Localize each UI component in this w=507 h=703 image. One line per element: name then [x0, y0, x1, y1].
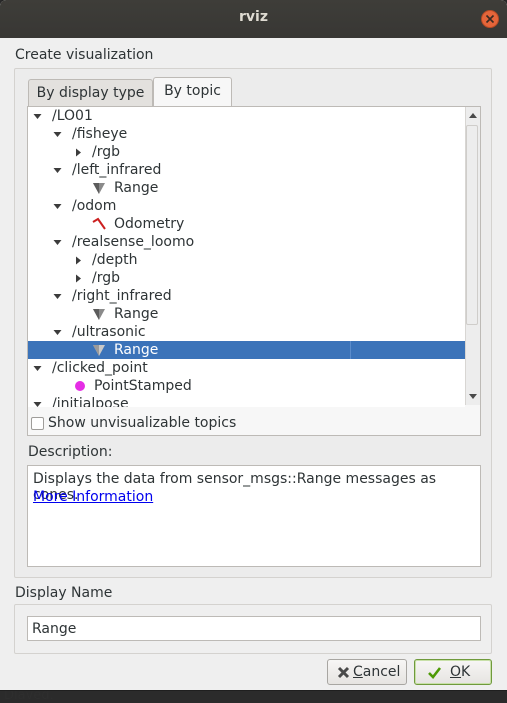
tree-row[interactable]: /odom — [28, 197, 465, 215]
range-cone-icon — [93, 183, 105, 194]
collapsed-arrow-icon[interactable] — [74, 148, 83, 157]
description-heading: Description: — [28, 444, 113, 460]
tree-row[interactable]: /left_infrared — [28, 161, 465, 179]
description-box: Displays the data from sensor_msgs::Rang… — [27, 465, 481, 567]
scrollbar-thumb[interactable] — [466, 125, 478, 325]
tree-row[interactable]: /fisheye — [28, 125, 465, 143]
expand-arrow-icon[interactable] — [53, 328, 62, 337]
scroll-up-arrow-icon[interactable] — [468, 111, 478, 121]
close-button[interactable] — [481, 10, 499, 28]
expand-arrow-icon[interactable] — [33, 364, 42, 373]
tree-row-label: /left_infrared — [72, 162, 162, 178]
point-dot-icon — [75, 381, 85, 391]
close-icon — [485, 14, 495, 24]
tree-row[interactable]: PointStamped — [28, 377, 465, 395]
ok-button[interactable]: OK — [414, 659, 492, 685]
tree-row[interactable]: /ultrasonic — [28, 323, 465, 341]
tree-row[interactable]: /rgb — [28, 143, 465, 161]
background-window-text: Dlaved. — [4, 688, 54, 703]
tree-row-label: /rgb — [92, 144, 120, 160]
selection-divider — [350, 341, 351, 359]
cancel-icon — [337, 666, 350, 679]
tree-row-label: Odometry — [114, 216, 185, 232]
tree-row[interactable]: /right_infrared — [28, 287, 465, 305]
create-visualization-label: Create visualization — [15, 47, 154, 63]
ok-button-accel: O — [450, 664, 462, 680]
display-name-heading: Display Name — [15, 585, 113, 601]
more-information-link[interactable]: More Information — [33, 489, 153, 505]
topic-tree[interactable]: /LO01 /fisheye /rgb /left_infrared Range… — [28, 107, 465, 407]
tree-row-label: /realsense_loomo — [72, 234, 195, 250]
tree-row[interactable]: /clicked_point — [28, 359, 465, 377]
tree-row-label: /right_infrared — [72, 288, 172, 304]
tab-by-display-type[interactable]: By display type — [28, 79, 153, 107]
tree-row-label: Range — [114, 306, 159, 322]
create-visualization-dialog: rviz Create visualization By display typ… — [0, 0, 507, 690]
tree-row-label: /depth — [92, 252, 138, 268]
cancel-button[interactable]: Cancel — [327, 659, 407, 685]
window-title: rviz — [239, 9, 268, 25]
tree-row-label: Range — [114, 342, 159, 358]
expand-arrow-icon[interactable] — [53, 238, 62, 247]
tree-row-label: PointStamped — [94, 378, 192, 394]
titlebar[interactable]: rviz — [0, 0, 507, 38]
range-cone-icon — [93, 345, 105, 356]
tree-row[interactable]: /realsense_loomo — [28, 233, 465, 251]
cancel-button-label: ancel — [362, 664, 401, 680]
expand-arrow-icon[interactable] — [53, 202, 62, 211]
tree-row[interactable]: /depth — [28, 251, 465, 269]
ok-button-label: K — [461, 664, 471, 680]
odometry-arrow-icon — [92, 217, 106, 230]
tree-row[interactable]: Range — [28, 305, 465, 323]
expand-arrow-icon[interactable] — [53, 130, 62, 139]
tree-row-label: /odom — [72, 198, 117, 214]
collapsed-arrow-icon[interactable] — [74, 256, 83, 265]
tree-row-label: /initialpose — [52, 396, 129, 407]
tree-row[interactable]: Range — [28, 179, 465, 197]
tree-row-label: /rgb — [92, 270, 120, 286]
collapsed-arrow-icon[interactable] — [74, 274, 83, 283]
expand-arrow-icon[interactable] — [33, 400, 42, 407]
expand-arrow-icon[interactable] — [33, 112, 42, 121]
tree-row-label: /clicked_point — [52, 360, 148, 376]
expand-arrow-icon[interactable] — [53, 292, 62, 301]
range-cone-icon — [93, 309, 105, 320]
expand-arrow-icon[interactable] — [53, 166, 62, 175]
tree-row[interactable]: /initialpose — [28, 395, 465, 407]
tab-by-topic[interactable]: By topic — [153, 77, 232, 107]
tree-row-label: /LO01 — [52, 108, 93, 124]
tree-row-label: /ultrasonic — [72, 324, 146, 340]
cancel-button-accel: C — [353, 664, 363, 680]
checkmark-icon — [428, 667, 442, 679]
show-unvisualizable-checkbox[interactable] — [31, 417, 44, 430]
scroll-down-arrow-icon[interactable] — [468, 391, 478, 401]
tree-row[interactable]: /LO01 — [28, 107, 465, 125]
tree-row[interactable]: Odometry — [28, 215, 465, 233]
tree-row[interactable]: /rgb — [28, 269, 465, 287]
tree-row-selected[interactable]: Range — [28, 341, 465, 359]
tree-row-label: Range — [114, 180, 159, 196]
show-unvisualizable-label[interactable]: Show unvisualizable topics — [48, 415, 236, 431]
display-name-input[interactable] — [27, 616, 481, 641]
tree-row-label: /fisheye — [72, 126, 128, 142]
